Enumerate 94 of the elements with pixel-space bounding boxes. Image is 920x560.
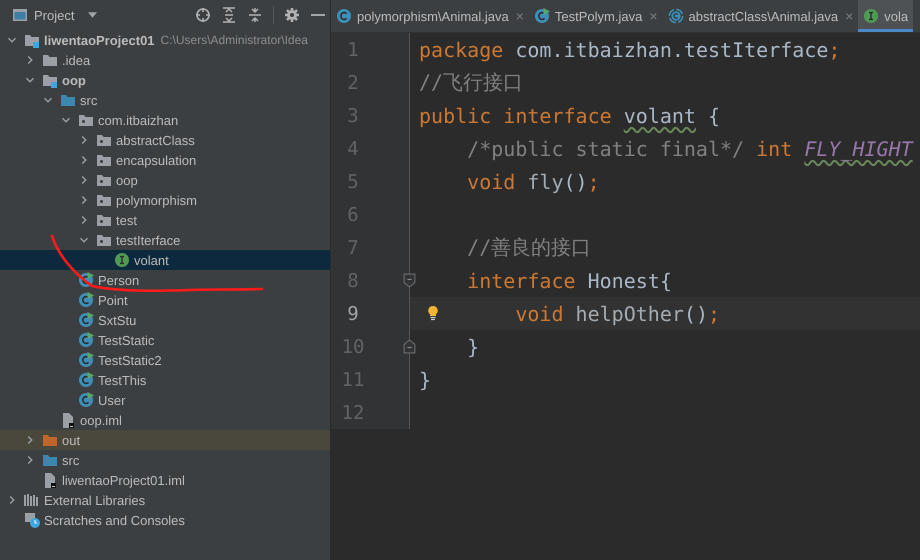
chevron-icon[interactable]	[79, 215, 89, 225]
code-line: //飞行接口	[419, 69, 524, 96]
interface-icon	[114, 252, 130, 268]
editor-tab[interactable]: abstractClass\Animal.java ×	[662, 0, 858, 32]
fold-marker-icon[interactable]	[403, 273, 416, 288]
tree-item[interactable]: .idea	[0, 50, 330, 70]
code-line: }	[419, 368, 432, 392]
runnable-class-icon	[78, 272, 94, 288]
chevron-icon[interactable]	[61, 115, 71, 125]
tree-item[interactable]: Point	[0, 290, 330, 310]
folder-icon	[60, 92, 76, 108]
runnable-class-icon	[78, 312, 94, 328]
tree-item[interactable]: TestStatic2	[0, 350, 330, 370]
chevron-icon[interactable]	[25, 75, 35, 85]
crosshair-icon[interactable]	[195, 7, 211, 23]
chevron-icon[interactable]	[43, 95, 53, 105]
view-selector[interactable]: Project	[8, 3, 102, 27]
code-line: //善良的接口	[467, 234, 592, 261]
tree-item[interactable]: src	[0, 90, 330, 110]
chevron-icon[interactable]	[25, 55, 35, 65]
abstract-class-icon	[668, 8, 684, 24]
tree-item[interactable]: liwentaoProject01.iml	[0, 470, 330, 490]
chevron-icon[interactable]	[79, 175, 89, 185]
interface-icon	[863, 8, 880, 24]
tree-item[interactable]: volant	[0, 250, 330, 270]
package-folder-icon	[96, 192, 112, 208]
chevron-icon[interactable]	[25, 435, 35, 445]
tree-item[interactable]: abstractClass	[0, 130, 330, 150]
package-folder-icon	[96, 232, 112, 248]
settings-icon[interactable]	[284, 7, 300, 23]
tree-item[interactable]: SxtStu	[0, 310, 330, 330]
code-line: }	[467, 334, 480, 358]
package-folder-icon	[96, 212, 112, 228]
package-folder-icon	[96, 172, 112, 188]
file-icon	[60, 412, 76, 428]
tree-item[interactable]: testIterface	[0, 230, 330, 250]
package-folder-icon	[78, 112, 94, 128]
tree-item[interactable]: oop	[0, 170, 330, 190]
chevron-icon[interactable]	[79, 155, 89, 165]
tree-item[interactable]: encapsulation	[0, 150, 330, 170]
code-line: public interface volant {	[419, 104, 720, 128]
collapse-all-icon[interactable]	[247, 7, 263, 23]
runnable-class-icon	[78, 392, 94, 408]
tree-item[interactable]: liwentaoProject01 C:\Users\Administrator\Idea	[0, 30, 330, 50]
module-folder-icon	[42, 72, 58, 88]
chevron-icon[interactable]	[79, 235, 89, 245]
scratches-icon	[24, 512, 40, 528]
code-line: void fly();	[467, 170, 600, 194]
expand-all-icon[interactable]	[221, 7, 237, 23]
package-folder-icon	[96, 152, 112, 168]
tree-item[interactable]: com.itbaizhan	[0, 110, 330, 130]
tree-item[interactable]: oop	[0, 70, 330, 90]
code-line: /*public static final*/ int FLY_HIGHT	[467, 136, 913, 160]
tree-item[interactable]: User	[0, 390, 330, 410]
runnable-class-icon	[78, 332, 94, 348]
class-icon	[336, 8, 352, 24]
panel-icon	[12, 7, 28, 23]
tree-item[interactable]: polymorphism	[0, 190, 330, 210]
chevron-icon[interactable]	[7, 35, 17, 45]
chevron-icon[interactable]	[25, 455, 35, 465]
editor-tab[interactable]: vola	[858, 0, 914, 32]
project-path: C:\Users\Administrator\Idea	[160, 33, 308, 47]
runnable-class-icon	[78, 372, 94, 388]
runnable-class-icon	[534, 8, 550, 24]
code-line: package com.itbaizhan.testIterface;	[419, 38, 840, 62]
editor-tab[interactable]: TestPolym.java ×	[528, 0, 663, 32]
folder-icon	[42, 52, 58, 68]
fold-marker-icon[interactable]	[403, 339, 416, 354]
line-number: 9	[346, 302, 360, 324]
runnable-class-icon	[78, 352, 94, 368]
tree-item[interactable]: External Libraries	[0, 490, 330, 510]
editor-tab[interactable]: polymorphism\Animal.java ×	[331, 0, 529, 32]
code-line: interface Honest{	[467, 268, 672, 292]
package-folder-icon	[96, 132, 112, 148]
module-folder-icon	[24, 32, 40, 48]
tree-item[interactable]: out	[0, 430, 330, 450]
tree-item[interactable]: TestStatic	[0, 330, 330, 350]
chevron-icon[interactable]	[79, 135, 89, 145]
tree-item[interactable]: oop.iml	[0, 410, 330, 430]
tree-item[interactable]: Person	[0, 270, 330, 290]
chevron-icon[interactable]	[79, 195, 89, 205]
tree-item[interactable]: src	[0, 450, 330, 470]
runnable-class-icon	[78, 292, 94, 308]
file-icon	[42, 472, 58, 488]
lightbulb-icon[interactable]	[427, 305, 439, 321]
tree-item[interactable]: test	[0, 210, 330, 230]
folder-icon	[42, 452, 58, 468]
chevron-icon[interactable]	[7, 495, 17, 505]
caret-icon	[88, 12, 98, 18]
library-icon	[24, 492, 40, 508]
tree-item[interactable]: Scratches and Consoles	[0, 510, 330, 530]
folder-icon	[42, 432, 58, 448]
tree-item[interactable]: TestThis	[0, 370, 330, 390]
code-line: void helpOther();	[515, 302, 720, 326]
